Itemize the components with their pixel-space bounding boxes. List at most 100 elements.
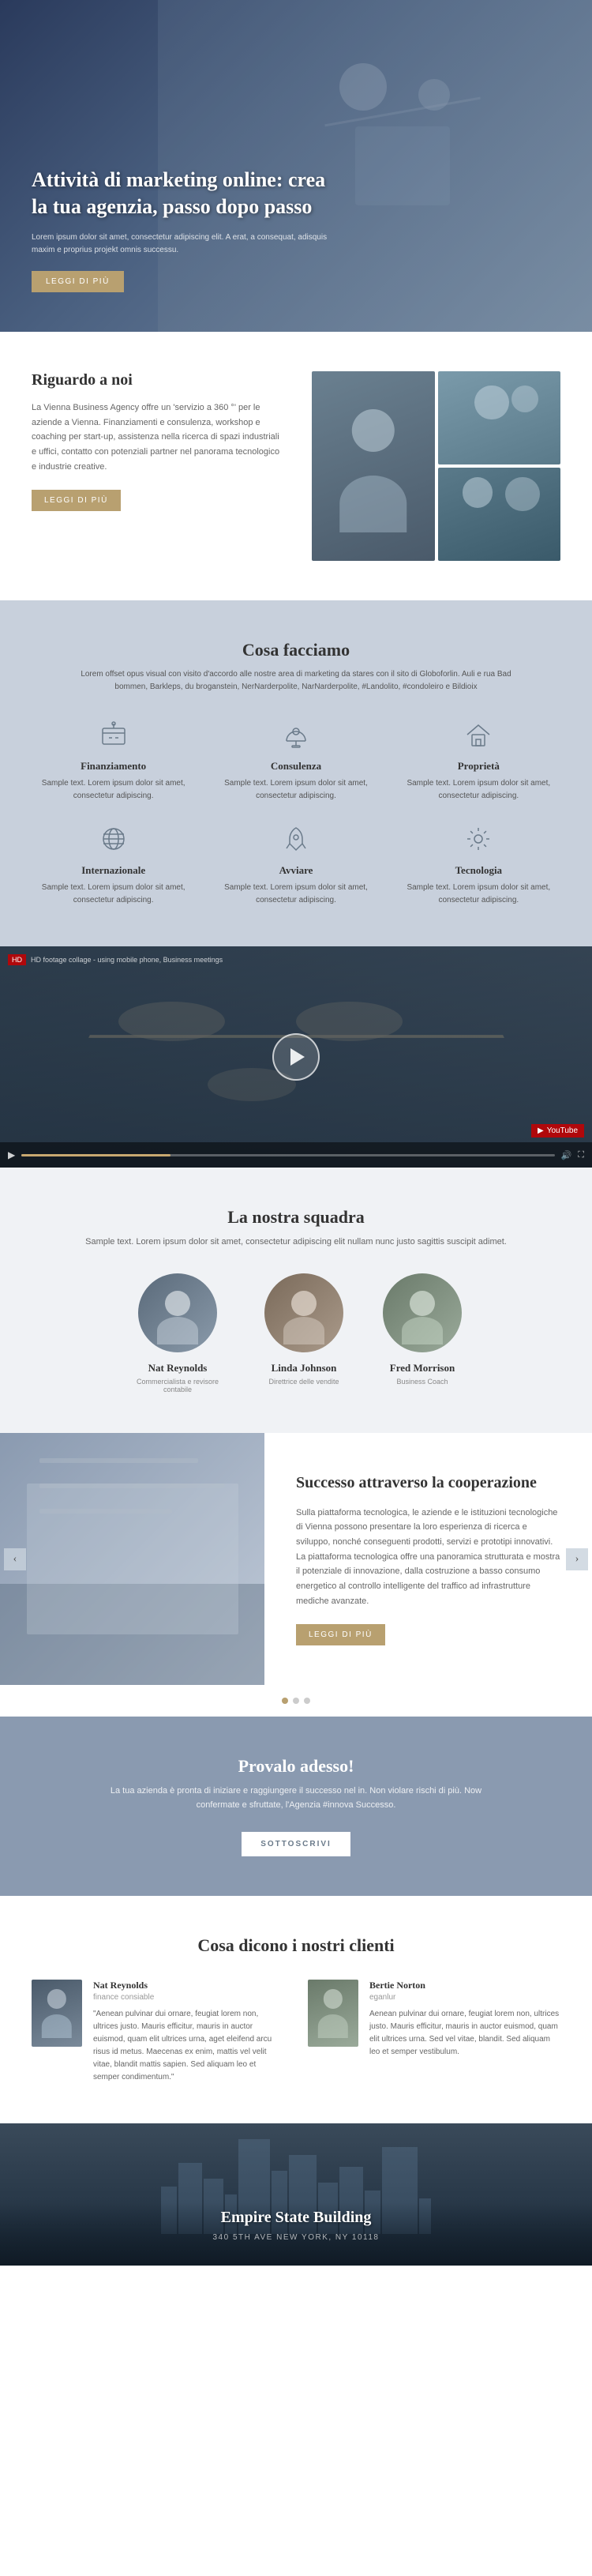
about-image-2 — [438, 371, 561, 464]
service-text-5: Sample text. Lorem ipsum dolor sit amet,… — [397, 882, 560, 907]
hero-title: Attività di marketing online: crea la tu… — [32, 167, 332, 220]
member-name-0: Nat Reynolds — [148, 1362, 208, 1374]
service-text-4: Sample text. Lorem ipsum dolor sit amet,… — [214, 882, 377, 907]
service-item-tech: Tecnologia Sample text. Lorem ipsum dolo… — [397, 822, 560, 907]
testimonial-text-0: "Aenean pulvinar dui ornare, feugiat lor… — [93, 2008, 284, 2084]
volume-icon[interactable]: 🔊 — [561, 1150, 572, 1160]
video-progress-fill — [21, 1154, 170, 1156]
video-section: HD HD footage collage - using mobile pho… — [0, 946, 592, 1168]
service-item-consulting: Consulenza Sample text. Lorem ipsum dolo… — [214, 717, 377, 803]
service-text-1: Sample text. Lorem ipsum dolor sit amet,… — [214, 777, 377, 803]
testimonial-text-1: Aenean pulvinar dui ornare, feugiat lore… — [369, 2008, 560, 2059]
section-divider — [0, 1685, 592, 1717]
testimonials-grid: Nat Reynolds finance consiable "Aenean p… — [32, 1980, 560, 2084]
testimonial-role-1: eganlur — [369, 1993, 560, 2002]
team-title: La nostra squadra — [32, 1207, 560, 1228]
service-item-property: Proprietà Sample text. Lorem ipsum dolor… — [397, 717, 560, 803]
building-section: Empire State Building 340 5th Ave New Yo… — [0, 2123, 592, 2266]
testimonial-role-0: finance consiable — [93, 1993, 284, 2002]
about-section: Riguardo a noi La Vienna Business Agency… — [0, 332, 592, 600]
coop-text: Sulla piattaforma tecnologica, le aziend… — [296, 1506, 560, 1609]
hero-cta-button[interactable]: LEGGI DI PIÙ — [32, 271, 124, 292]
member-role-1: Direttrice delle vendite — [268, 1378, 339, 1386]
service-item-finance: Finanziamento Sample text. Lorem ipsum d… — [32, 717, 195, 803]
hero-content: Attività di marketing online: crea la tu… — [32, 167, 332, 292]
building-address: 340 5th Ave New York, NY 10118 — [212, 2233, 379, 2242]
play-button[interactable] — [272, 1033, 320, 1081]
coop-image — [0, 1433, 264, 1686]
member-role-0: Commercialista e revisore contabile — [130, 1378, 225, 1393]
subscribe-text: La tua azienda è pronta di iniziare e ra… — [99, 1784, 493, 1812]
hero-subtitle: Lorem ipsum dolor sit amet, consectetur … — [32, 231, 332, 257]
service-name-0: Finanziamento — [32, 760, 195, 773]
service-text-3: Sample text. Lorem ipsum dolor sit amet,… — [32, 882, 195, 907]
testimonial-item-0: Nat Reynolds finance consiable "Aenean p… — [32, 1980, 284, 2084]
tech-icon — [461, 822, 496, 856]
play-control-icon[interactable]: ▶ — [8, 1149, 15, 1161]
member-avatar-2 — [383, 1273, 462, 1352]
testimonial-name-1: Bertie Norton — [369, 1980, 560, 1991]
service-item-international: Internazionale Sample text. Lorem ipsum … — [32, 822, 195, 907]
team-member-1: Linda Johnson Direttrice delle vendite — [264, 1273, 343, 1393]
consulting-icon — [279, 717, 313, 752]
about-image-1 — [312, 371, 435, 561]
testimonial-content-0: Nat Reynolds finance consiable "Aenean p… — [93, 1980, 284, 2084]
team-subtitle: Sample text. Lorem ipsum dolor sit amet,… — [32, 1235, 560, 1250]
youtube-badge: ▶ YouTube — [531, 1124, 584, 1138]
about-cta-button[interactable]: LEGGI DI PIÙ — [32, 490, 121, 511]
services-section: Cosa facciamo Lorem offset opus visual c… — [0, 600, 592, 946]
video-label-text: HD footage collage - using mobile phone,… — [31, 956, 223, 964]
hero-section: Attività di marketing online: crea la tu… — [0, 0, 592, 332]
about-images — [312, 371, 560, 561]
team-member-0: Nat Reynolds Commercialista e revisore c… — [130, 1273, 225, 1393]
next-arrow[interactable]: › — [566, 1548, 588, 1570]
cooperation-section: ‹ Successo attraverso la cooperazione Su… — [0, 1433, 592, 1686]
testimonial-avatar-0 — [32, 1980, 82, 2047]
service-name-4: Avviare — [214, 864, 377, 877]
team-grid: Nat Reynolds Commercialista e revisore c… — [32, 1273, 560, 1393]
coop-title: Successo attraverso la cooperazione — [296, 1472, 560, 1493]
member-role-2: Business Coach — [396, 1378, 448, 1386]
about-image-3 — [438, 468, 561, 561]
testimonial-avatar-1 — [308, 1980, 358, 2047]
coop-cta-button[interactable]: LEGGI DI PIÙ — [296, 1624, 385, 1645]
play-triangle — [290, 1048, 305, 1066]
video-label-badge: HD HD footage collage - using mobile pho… — [8, 954, 223, 965]
testimonial-content-1: Bertie Norton eganlur Aenean pulvinar du… — [369, 1980, 560, 2059]
services-title: Cosa facciamo — [32, 640, 560, 660]
service-item-startup: Avviare Sample text. Lorem ipsum dolor s… — [214, 822, 377, 907]
team-member-2: Fred Morrison Business Coach — [383, 1273, 462, 1393]
about-left: Riguardo a noi La Vienna Business Agency… — [32, 371, 288, 561]
finance-icon — [96, 717, 131, 752]
prev-arrow[interactable]: ‹ — [4, 1548, 26, 1570]
service-name-1: Consulenza — [214, 760, 377, 773]
member-avatar-1 — [264, 1273, 343, 1352]
team-section: La nostra squadra Sample text. Lorem ips… — [0, 1168, 592, 1433]
member-avatar-0 — [138, 1273, 217, 1352]
services-subtitle: Lorem offset opus visual con visito d'ac… — [75, 668, 517, 694]
service-text-2: Sample text. Lorem ipsum dolor sit amet,… — [397, 777, 560, 803]
startup-icon — [279, 822, 313, 856]
youtube-label: YouTube — [547, 1126, 578, 1135]
service-text-0: Sample text. Lorem ipsum dolor sit amet,… — [32, 777, 195, 803]
member-name-2: Fred Morrison — [390, 1362, 455, 1374]
youtube-play-icon: ▶ — [538, 1126, 544, 1135]
about-text: La Vienna Business Agency offre un 'serv… — [32, 401, 280, 474]
about-title: Riguardo a noi — [32, 371, 280, 389]
testimonial-item-1: Bertie Norton eganlur Aenean pulvinar du… — [308, 1980, 560, 2084]
service-name-5: Tecnologia — [397, 864, 560, 877]
fullscreen-icon[interactable]: ⛶ — [578, 1150, 584, 1160]
testimonial-name-0: Nat Reynolds — [93, 1980, 284, 1991]
service-name-3: Internazionale — [32, 864, 195, 877]
video-progress-bar[interactable] — [21, 1154, 554, 1156]
building-title: Empire State Building — [221, 2209, 372, 2227]
subscribe-section: Provalo adesso! La tua azienda è pronta … — [0, 1717, 592, 1895]
coop-content: Successo attraverso la cooperazione Sull… — [264, 1433, 592, 1686]
services-grid: Finanziamento Sample text. Lorem ipsum d… — [32, 717, 560, 907]
subscribe-button[interactable]: SOTTOSCRIVI — [242, 1832, 350, 1856]
service-name-2: Proprietà — [397, 760, 560, 773]
subscribe-title: Provalo adesso! — [32, 1756, 560, 1777]
testimonials-section: Cosa dicono i nostri clienti Nat Reynold… — [0, 1896, 592, 2123]
member-name-1: Linda Johnson — [272, 1362, 337, 1374]
property-icon — [461, 717, 496, 752]
